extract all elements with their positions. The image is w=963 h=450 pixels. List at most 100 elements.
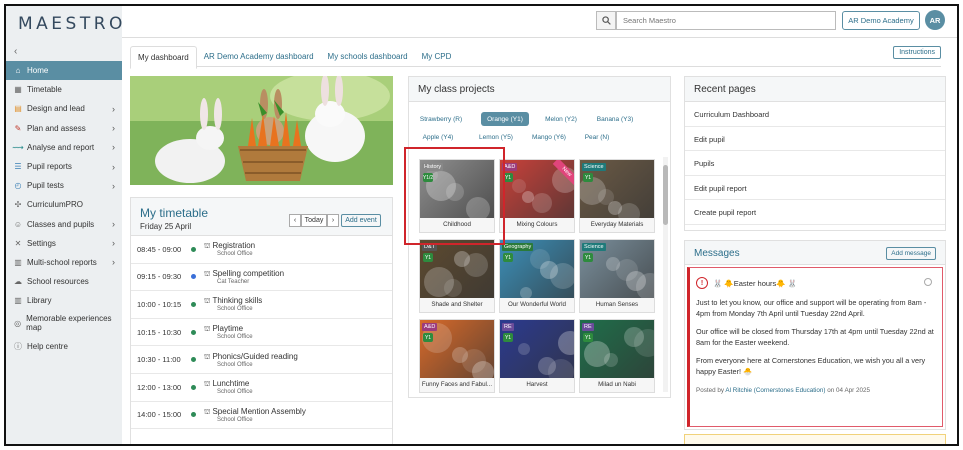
project-card[interactable]: Science Y1 Everyday Materials [579, 159, 655, 233]
timetable-header: My timetable Friday 25 April ‹ Today › A… [131, 198, 392, 236]
sidebar-item-library[interactable]: ▥ Library [6, 291, 122, 310]
class-pill-mango-y6-[interactable]: Mango (Y6) [529, 130, 569, 144]
class-pill-pear-n-[interactable]: Pear (N) [581, 130, 613, 144]
search-input[interactable] [616, 11, 836, 30]
scrollbar-thumb[interactable] [663, 165, 668, 225]
timetable-row[interactable]: 12:00 - 13:00 ⛫ Lunchtime School Office [131, 374, 392, 402]
project-card[interactable]: D&T Y1 Shade and Shelter [419, 239, 495, 313]
project-title: Mixing Colours [500, 218, 574, 232]
subject-tag: Science [582, 243, 606, 251]
sidebar-item-plan-and-assess[interactable]: ✎ Plan and assess › [6, 119, 122, 138]
timetable-time: 14:00 - 15:00 [137, 410, 182, 420]
add-message-button[interactable]: Add message [886, 247, 936, 260]
tab-ar-demo-academy-dashboard[interactable]: AR Demo Academy dashboard [197, 46, 321, 69]
sidebar-item-pupil-reports[interactable]: ☰ Pupil reports › [6, 157, 122, 176]
class-pill-orange-y1-[interactable]: Orange (Y1) [481, 112, 529, 126]
timetable-info: ⛫ Spelling competition Cat Teacher [204, 269, 284, 285]
timetable-info: ⛫ Lunchtime School Office [204, 379, 253, 395]
message-card[interactable]: ! 🐰 🐥Easter hours🐥 🐰 Just to let you kno… [687, 267, 943, 427]
message-paragraph: Just to let you know, our office and sup… [696, 298, 927, 318]
sidebar-item-timetable[interactable]: ▦ Timetable [6, 80, 122, 99]
message-footer: Posted by Al Ritchie (Cornerstones Educa… [696, 387, 936, 394]
project-card[interactable]: A&D Y1 Funny Faces and Fabul... [419, 319, 495, 393]
year-badge: Y1 [583, 253, 593, 262]
timetable-event-name: Registration [212, 241, 256, 251]
sidebar-nav: ⌂ Home ▦ Timetable ▤ Design and lead › ✎ Plan an… [6, 61, 122, 356]
recent-page-link[interactable]: Pupils [685, 151, 945, 176]
library-icon: ▥ [14, 296, 22, 306]
timetable-row[interactable]: 10:15 - 10:30 ⛫ Playtime School Office [131, 319, 392, 347]
projects-scrollbar[interactable] [663, 157, 668, 392]
subject-tag: A&D [422, 323, 438, 331]
timetable-row[interactable]: 14:00 - 15:00 ⛫ Special Mention Assembly Sc… [131, 402, 392, 430]
sidebar-item-help-centre[interactable]: ⓘ Help centre [6, 336, 122, 355]
timetable-row[interactable]: 10:30 - 11:00 ⛫ Phonics/Guided reading Scho… [131, 346, 392, 374]
sidebar-item-curriculumpro[interactable]: ✣ CurriculumPRO [6, 195, 122, 214]
timetable-prev-button[interactable]: ‹ [289, 214, 301, 227]
timetable-time: 10:15 - 10:30 [137, 327, 182, 337]
class-pill-lemon-y5-[interactable]: Lemon (Y5) [477, 130, 515, 144]
sidebar-item-settings[interactable]: ✕ Settings › [6, 234, 122, 253]
class-projects-title: My class projects [409, 77, 670, 102]
school-switcher-button[interactable]: AR Demo Academy [842, 11, 920, 30]
timetable-event-location: Cat Teacher [217, 278, 250, 285]
recent-page-link[interactable]: Curriculum Dashboard [685, 102, 945, 127]
recent-page-link[interactable]: Create pupil report [685, 200, 945, 225]
search-button[interactable] [596, 11, 616, 30]
sidebar-item-label: Pupil reports [27, 162, 72, 172]
timetable-time: 09:15 - 09:30 [137, 272, 182, 282]
project-title: Harvest [500, 378, 574, 392]
sidebar-item-design-and-lead[interactable]: ▤ Design and lead › [6, 99, 122, 118]
message-heading: 🐰 🐥Easter hours🐥 🐰 [713, 278, 798, 288]
timetable-date: Friday 25 April [140, 222, 192, 231]
timetable-row[interactable]: 10:00 - 10:15 ⛫ Thinking skills School Offi… [131, 291, 392, 319]
timetable-info: ⛫ Special Mention Assembly School Office [204, 407, 306, 423]
timetable-event: ⛫ Spelling competition [204, 269, 284, 279]
sidebar-item-label: Multi-school reports [27, 257, 97, 267]
sidebar-item-classes-and-pupils[interactable]: ☺ Classes and pupils › [6, 215, 122, 234]
sidebar-item-multi-school-reports[interactable]: ▥ Multi-school reports › [6, 253, 122, 272]
instructions-button[interactable]: Instructions [893, 46, 941, 59]
tab-my-schools-dashboard[interactable]: My schools dashboard [321, 46, 415, 69]
project-card[interactable]: Geography Y1 Our Wonderful World [499, 239, 575, 313]
plan-icon: ✎ [14, 123, 22, 133]
mark-read-radio[interactable] [924, 278, 932, 286]
subject-tag: RE [582, 323, 594, 331]
recent-page-link[interactable]: Edit pupil [685, 127, 945, 151]
timetable-panel: My timetable Friday 25 April ‹ Today › A… [130, 197, 393, 444]
timetable-today-button[interactable]: Today [301, 214, 327, 227]
year-badge: Y1 [423, 253, 433, 262]
timetable-dot [191, 384, 196, 390]
classes-icon: ☺ [13, 219, 23, 229]
sidebar-item-pupil-tests[interactable]: ◴ Pupil tests › [6, 176, 122, 195]
recent-page-link[interactable]: Edit pupil report [685, 176, 945, 200]
timetable-row[interactable]: 08:45 - 09:00 ⛫ Registration School Office [131, 236, 392, 264]
sidebar-item-school-resources[interactable]: ☁ School resources [6, 272, 122, 291]
pupil-reports-icon: ☰ [14, 162, 22, 172]
class-pill-strawberry-r-[interactable]: Strawberry (R) [419, 112, 463, 126]
class-pill-melon-y2-[interactable]: Melon (Y2) [541, 112, 581, 126]
collapse-sidebar-icon[interactable]: ‹ [14, 46, 17, 57]
posted-author[interactable]: Al Ritchie (Cornerstones Education) [725, 387, 825, 394]
timetable-event: ⛫ Special Mention Assembly [204, 407, 306, 417]
timetable-info: ⛫ Phonics/Guided reading School Office [204, 352, 298, 368]
recent-pages-title: Recent pages [685, 77, 945, 102]
user-avatar[interactable]: AR [925, 10, 945, 30]
multi-school-icon: ▥ [14, 257, 22, 267]
add-event-button[interactable]: Add event [341, 214, 381, 227]
sidebar-item-analyse-and-report[interactable]: ⟿ Analyse and report › [6, 138, 122, 157]
tab-my-cpd[interactable]: My CPD [415, 46, 459, 69]
timetable-next-button[interactable]: › [327, 214, 339, 227]
project-card[interactable]: RE Y1 Harvest [499, 319, 575, 393]
class-pill-apple-y4-[interactable]: Apple (Y4) [419, 130, 457, 144]
class-pill-banana-y3-[interactable]: Banana (Y3) [593, 112, 637, 126]
timetable-row[interactable]: 09:15 - 09:30 ⛫ Spelling competition Cat Te… [131, 264, 392, 292]
project-card[interactable]: Science Y1 Human Senses [579, 239, 655, 313]
project-card[interactable]: A&D Y1 New Mixing Colours [499, 159, 575, 233]
sidebar-item-memorable-experiences-map[interactable]: ◎ Memorable experiences map [6, 310, 122, 336]
maestro-logo[interactable]: MAESTRO [18, 14, 126, 34]
chevron-right-icon: › [112, 103, 115, 114]
tab-my-dashboard[interactable]: My dashboard [130, 46, 197, 69]
sidebar-item-home[interactable]: ⌂ Home [6, 61, 122, 81]
project-card[interactable]: RE Y1 Milad un Nabi [579, 319, 655, 393]
